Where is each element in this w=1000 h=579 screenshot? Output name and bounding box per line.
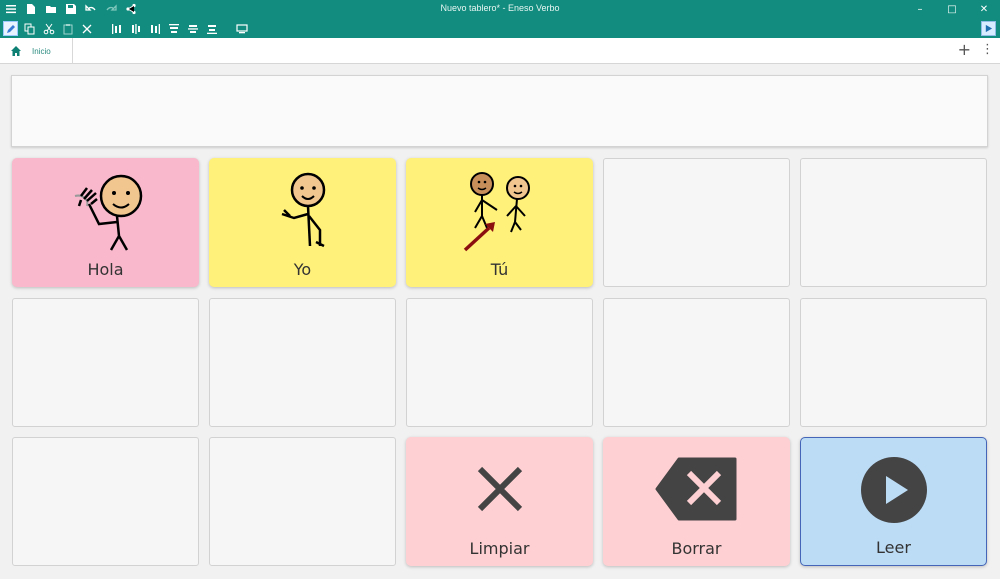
waving-person-icon <box>74 174 142 251</box>
cell-label: Limpiar <box>469 539 530 558</box>
cell-empty[interactable] <box>603 298 790 427</box>
person-pointing-self-icon <box>281 172 325 248</box>
edit-mode-icon[interactable] <box>3 21 18 36</box>
paste-icon[interactable] <box>61 22 75 36</box>
cell-label: Yo <box>293 260 312 279</box>
title-bar: Nuevo tablero* - Eneso Verbo – □ ✕ <box>0 0 1000 19</box>
cell-empty[interactable] <box>603 158 790 287</box>
screen-icon[interactable] <box>235 22 249 36</box>
cell-label: Tú <box>490 260 509 279</box>
align-left-icon[interactable] <box>110 22 124 36</box>
cell-label: Borrar <box>671 539 722 558</box>
home-icon <box>11 46 21 56</box>
align-right-icon[interactable] <box>148 22 162 36</box>
cell-label: Leer <box>876 538 911 557</box>
cell-empty[interactable] <box>406 298 593 427</box>
message-bar[interactable] <box>11 75 988 147</box>
backspace-icon <box>655 457 736 521</box>
cell-empty[interactable] <box>800 158 987 287</box>
copy-icon[interactable] <box>23 22 37 36</box>
cell-label: Hola <box>87 260 124 279</box>
edit-toolbar <box>0 19 1000 38</box>
more-options-button[interactable]: ⋮ <box>981 42 994 58</box>
close-button[interactable]: ✕ <box>968 0 1000 19</box>
cell-empty[interactable] <box>12 437 199 566</box>
person-pointing-other-icon <box>463 172 530 252</box>
run-board-button[interactable] <box>981 21 996 36</box>
tab-inicio[interactable]: Inicio <box>0 38 73 64</box>
align-top-icon[interactable] <box>167 22 181 36</box>
cell-empty[interactable] <box>12 298 199 427</box>
cell-empty[interactable] <box>209 298 396 427</box>
window-title: Nuevo tablero* - Eneso Verbo <box>440 3 560 13</box>
cell-limpiar[interactable]: Limpiar <box>406 437 593 566</box>
tab-actions: + ⋮ <box>958 42 994 58</box>
play-triangle-icon <box>985 24 993 33</box>
align-center-icon[interactable] <box>129 22 143 36</box>
board-tab-bar: Inicio + ⋮ <box>0 38 1000 64</box>
clear-x-icon <box>477 466 522 512</box>
toolbar-buttons <box>3 21 249 36</box>
cell-yo[interactable]: Yo <box>209 158 396 287</box>
align-middle-icon[interactable] <box>186 22 200 36</box>
cell-empty[interactable] <box>800 298 987 427</box>
cell-hola[interactable]: Hola <box>12 158 199 287</box>
cell-tu[interactable]: Tú <box>406 158 593 287</box>
cell-borrar[interactable]: Borrar <box>603 437 790 566</box>
minimize-button[interactable]: – <box>904 0 936 19</box>
cell-empty[interactable] <box>209 437 396 566</box>
cell-leer[interactable]: Leer <box>800 437 987 566</box>
maximize-button[interactable]: □ <box>936 0 968 19</box>
window-controls: – □ ✕ <box>904 0 1000 19</box>
add-tab-button[interactable]: + <box>958 42 971 58</box>
cut-icon[interactable] <box>42 22 56 36</box>
play-icon <box>860 457 927 523</box>
tab-label: Inicio <box>32 46 51 56</box>
delete-icon[interactable] <box>80 22 94 36</box>
align-bottom-icon[interactable] <box>205 22 219 36</box>
